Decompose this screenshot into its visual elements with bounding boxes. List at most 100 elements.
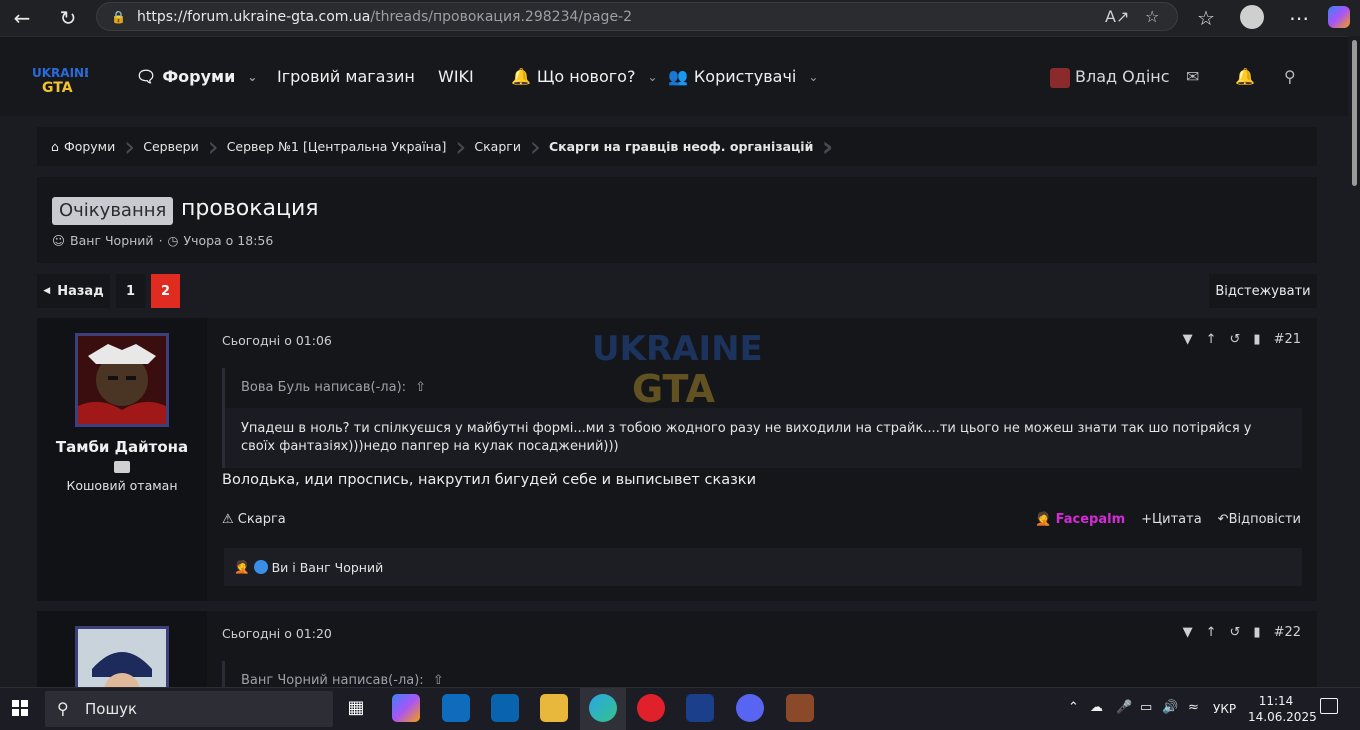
- arrow-circle-up-icon[interactable]: ⇧: [433, 673, 444, 687]
- nav-whats-new-label: Що нового?: [536, 67, 636, 86]
- nav-users-label: Користувачі: [693, 67, 797, 86]
- nav-forums[interactable]: 🗨 Форуми ⌄: [136, 67, 257, 86]
- user-avatar: [1050, 67, 1070, 88]
- game-app-icon[interactable]: [786, 694, 814, 722]
- breadcrumb-item[interactable]: Сервер №1 [Центральна Україна] ›: [213, 127, 467, 166]
- breadcrumb-label: Сервери: [143, 139, 199, 154]
- chevron-down-icon[interactable]: ⌄: [808, 70, 818, 84]
- input-language[interactable]: УКР: [1213, 702, 1236, 716]
- back-arrow-icon[interactable]: ←: [6, 2, 38, 34]
- share-icon[interactable]: ↺: [1230, 625, 1241, 640]
- breadcrumb-separator: ›: [821, 130, 834, 163]
- address-bar[interactable]: 🔒 https://forum.ukraine-gta.com.ua/threa…: [96, 2, 1178, 31]
- report-label: Скарга: [237, 512, 286, 527]
- reply-icon: ↶: [1217, 512, 1229, 527]
- report-button[interactable]: ⚠ Скарга: [222, 512, 286, 527]
- follow-button[interactable]: Відстежувати: [1209, 274, 1317, 308]
- pagination-prev[interactable]: ◀ Назад: [37, 274, 110, 308]
- bookmark-icon[interactable]: ▮: [1253, 625, 1260, 640]
- copilot-app-icon[interactable]: [392, 694, 420, 722]
- tray-chevron-up-icon[interactable]: ⌃: [1068, 700, 1079, 715]
- envelope-icon[interactable]: [114, 461, 130, 473]
- meta-separator: ·: [158, 233, 163, 248]
- reaction-button[interactable]: 🤦 Facepalm: [1035, 512, 1125, 527]
- battery-icon[interactable]: ▭: [1140, 700, 1152, 715]
- launcher-app-icon[interactable]: [686, 694, 714, 722]
- read-aloud-icon[interactable]: A↗: [1105, 7, 1129, 26]
- refresh-icon[interactable]: ↻: [52, 2, 84, 34]
- arrow-up-icon[interactable]: ↑: [1206, 625, 1217, 640]
- notifications-icon[interactable]: [1320, 698, 1338, 714]
- bookmark-icon[interactable]: ▮: [1253, 332, 1260, 347]
- site-logo[interactable]: UKRAINE GTA: [30, 63, 88, 95]
- post-date[interactable]: Сьогодні о 01:06: [222, 333, 332, 348]
- thread-prefix-badge[interactable]: Очікування: [52, 197, 174, 225]
- chevron-down-icon[interactable]: ⌄: [647, 70, 657, 84]
- user-avatar[interactable]: [75, 626, 169, 687]
- profile-icon[interactable]: [1240, 5, 1264, 29]
- scrollbar-thumb[interactable]: [1352, 40, 1357, 186]
- more-menu-icon[interactable]: ⋯: [1283, 2, 1315, 34]
- breadcrumb-item[interactable]: Скарги ›: [460, 127, 541, 166]
- breadcrumb-item[interactable]: ⌂ Форуми ›: [37, 127, 135, 166]
- post-username[interactable]: Тамби Дайтона: [37, 438, 207, 456]
- reactions-bar[interactable]: 🤦 Ви і Ванг Чорний: [224, 548, 1302, 586]
- user-account[interactable]: Влад Одінс: [1050, 67, 1170, 88]
- edge-app-active[interactable]: [580, 688, 626, 730]
- quote-text: Упадеш в ноль? ти спілкуєшся у майбутні …: [225, 408, 1302, 468]
- search-icon: ⚲: [57, 699, 69, 718]
- quote-author[interactable]: Вова Буль написав(-ла):: [241, 380, 406, 395]
- arrow-up-icon[interactable]: ↑: [1206, 332, 1217, 347]
- share-icon[interactable]: ↺: [1230, 332, 1241, 347]
- quote-button[interactable]: +Цитата: [1141, 512, 1202, 527]
- pagination-page-current[interactable]: 2: [151, 274, 180, 308]
- nav-wiki[interactable]: WIKI: [438, 67, 474, 86]
- post-number[interactable]: #21: [1274, 332, 1301, 347]
- windows-start-icon[interactable]: [12, 700, 28, 716]
- quote-block: Ванг Чорний написав(-ла): ⇧: [222, 661, 1302, 687]
- taskbar-clock[interactable]: 11:14 14.06.2025: [1248, 693, 1317, 725]
- thread-author[interactable]: Ванг Чорний: [70, 233, 154, 248]
- task-view-icon[interactable]: ▦: [342, 694, 370, 722]
- favorite-star-icon[interactable]: ☆: [1145, 7, 1159, 26]
- arrow-circle-up-icon[interactable]: ⇧: [415, 380, 426, 395]
- bell-icon: 🔔: [511, 67, 531, 86]
- post-number[interactable]: #22: [1274, 625, 1301, 640]
- thread-date[interactable]: Учора о 18:56: [183, 233, 273, 248]
- volume-icon[interactable]: 🔊: [1162, 700, 1178, 715]
- page-scrollbar[interactable]: [1348, 36, 1360, 687]
- chevron-down-icon[interactable]: ⌄: [247, 70, 257, 84]
- breadcrumb-item[interactable]: Сервери ›: [129, 127, 218, 166]
- nav-shop[interactable]: Ігровий магазин: [277, 67, 415, 86]
- alerts-bell-icon[interactable]: 🔔: [1235, 67, 1255, 86]
- microphone-icon[interactable]: 🎤: [1116, 700, 1132, 715]
- post-date[interactable]: Сьогодні о 01:20: [222, 626, 332, 641]
- discord-app-icon[interactable]: [736, 694, 764, 722]
- watermark-logo: UKRAINE GTA: [592, 329, 763, 410]
- nav-whats-new[interactable]: 🔔 Що нового? ⌄: [511, 67, 658, 86]
- quote-author[interactable]: Ванг Чорний написав(-ла):: [241, 673, 424, 687]
- users-icon: 👥: [668, 67, 688, 86]
- file-explorer-icon[interactable]: [540, 694, 568, 722]
- breadcrumb-item-current[interactable]: Скарги на гравців неоф. організацій ›: [535, 127, 833, 166]
- favorites-icon[interactable]: ☆: [1190, 2, 1222, 34]
- store-app-icon[interactable]: [442, 694, 470, 722]
- inbox-icon[interactable]: ✉: [1186, 67, 1199, 86]
- reply-button-label: Відповісти: [1228, 512, 1301, 527]
- reply-button[interactable]: ↶Відповісти: [1218, 512, 1301, 527]
- wifi-icon[interactable]: ≈: [1188, 700, 1199, 715]
- clock-icon: ◷: [167, 233, 179, 248]
- opera-app-icon[interactable]: [637, 694, 665, 722]
- user-avatar[interactable]: [75, 333, 169, 427]
- chevron-circle-down-icon[interactable]: ▼: [1183, 332, 1193, 347]
- nav-users[interactable]: 👥 Користувачі ⌄: [668, 67, 818, 86]
- search-icon[interactable]: ⚲: [1284, 67, 1296, 86]
- onedrive-cloud-icon[interactable]: ☁: [1090, 700, 1103, 715]
- copilot-icon[interactable]: [1328, 6, 1350, 28]
- chevron-circle-down-icon[interactable]: ▼: [1183, 625, 1193, 640]
- outlook-app-icon[interactable]: [491, 694, 519, 722]
- pagination-page[interactable]: 1: [116, 274, 145, 308]
- facepalm-reaction-icon: 🤦: [234, 559, 250, 574]
- post-actions: ▼ ↑ ↺ ▮ #21: [1183, 332, 1301, 347]
- taskbar-search[interactable]: ⚲ Пошук: [45, 691, 333, 727]
